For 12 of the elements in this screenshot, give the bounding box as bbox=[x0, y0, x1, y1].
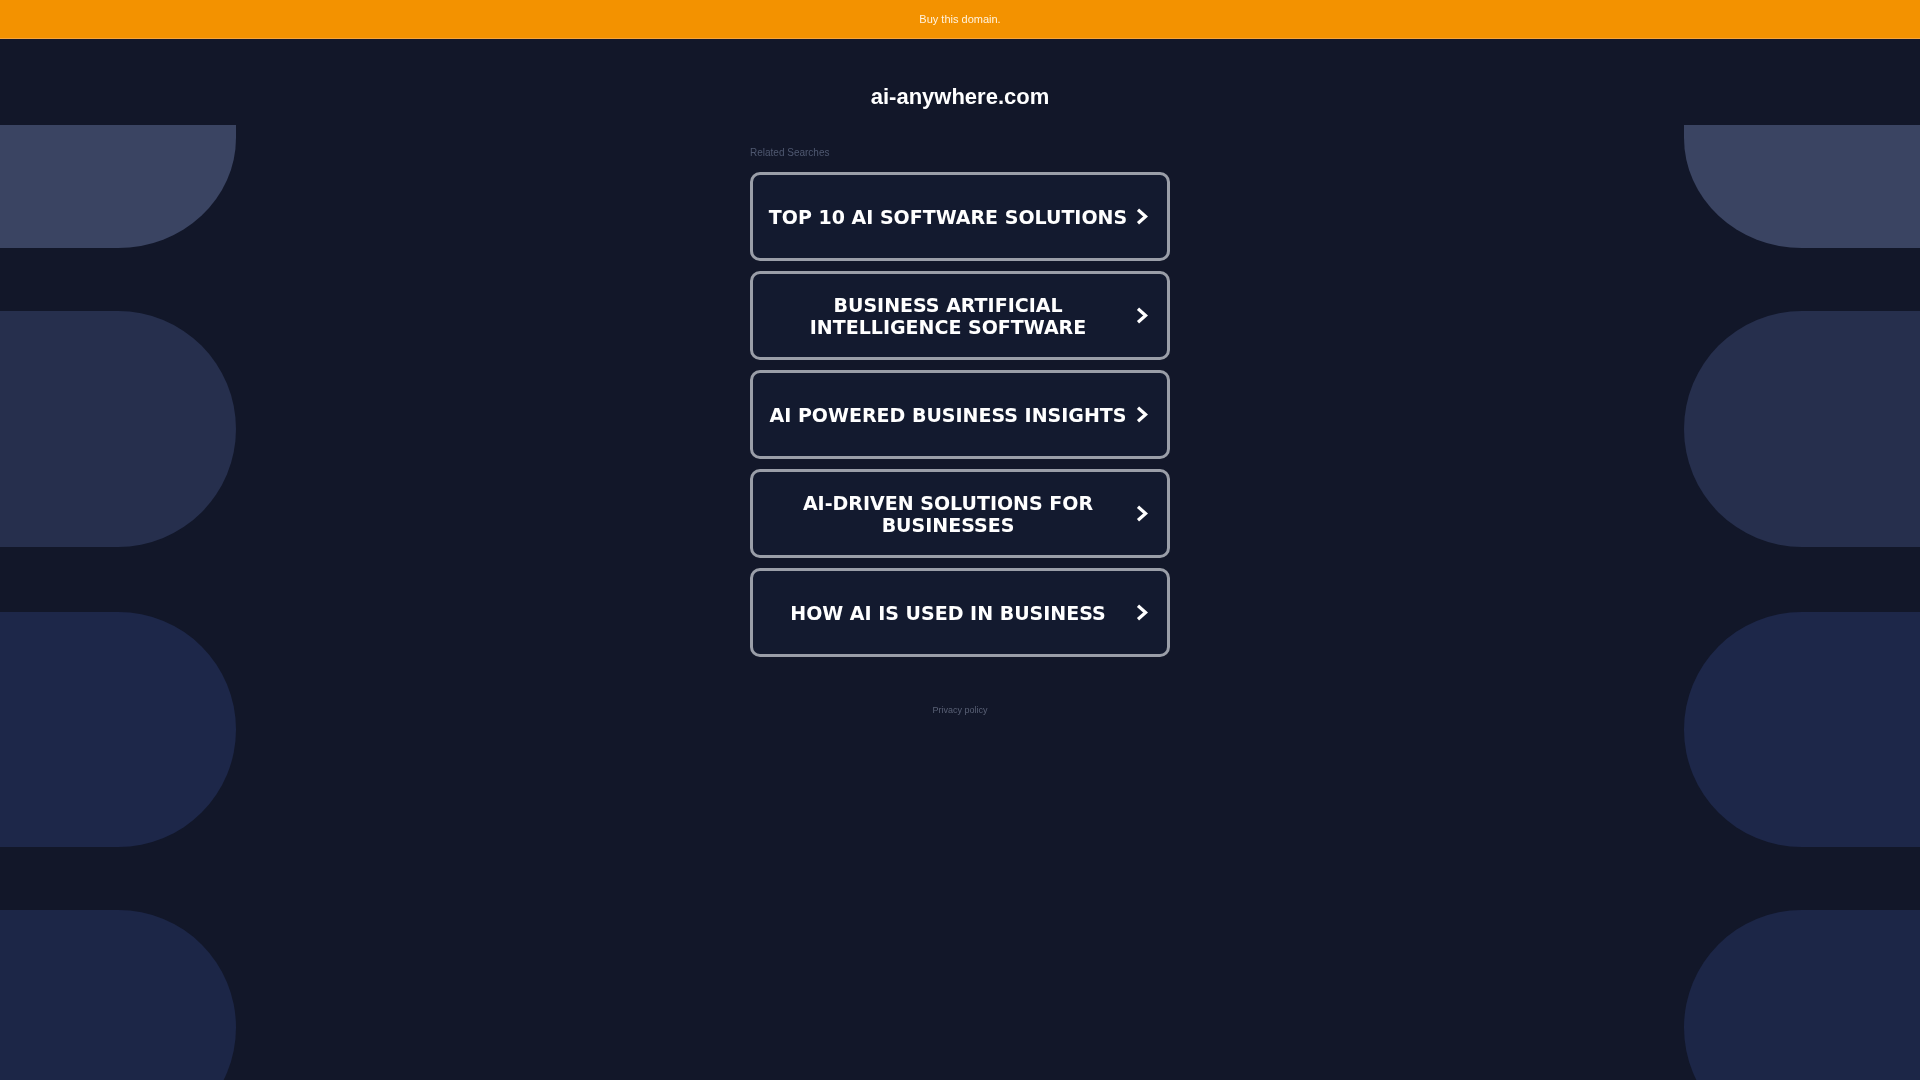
related-search-button[interactable]: TOP 10 AI SOFTWARE SOLUTIONS bbox=[750, 172, 1170, 261]
chevron-right-icon bbox=[1136, 208, 1148, 225]
related-search-button[interactable]: AI-DRIVEN SOLUTIONS FOR BUSINESSES bbox=[750, 469, 1170, 558]
chevron-right-icon bbox=[1136, 307, 1148, 324]
related-search-button[interactable]: BUSINESS ARTIFICIAL INTELLIGENCE SOFTWARE bbox=[750, 271, 1170, 360]
domain-title: ai-anywhere.com bbox=[870, 83, 1050, 111]
chevron-right-icon bbox=[1136, 604, 1148, 621]
related-search-button[interactable]: AI POWERED BUSINESS INSIGHTS bbox=[750, 370, 1170, 459]
chevron-right-icon bbox=[1136, 406, 1148, 423]
chevron-right-icon bbox=[1136, 505, 1148, 522]
section-heading: Related Searches bbox=[750, 147, 830, 159]
related-search-button[interactable]: HOW AI IS USED IN BUSINESS bbox=[750, 568, 1170, 657]
